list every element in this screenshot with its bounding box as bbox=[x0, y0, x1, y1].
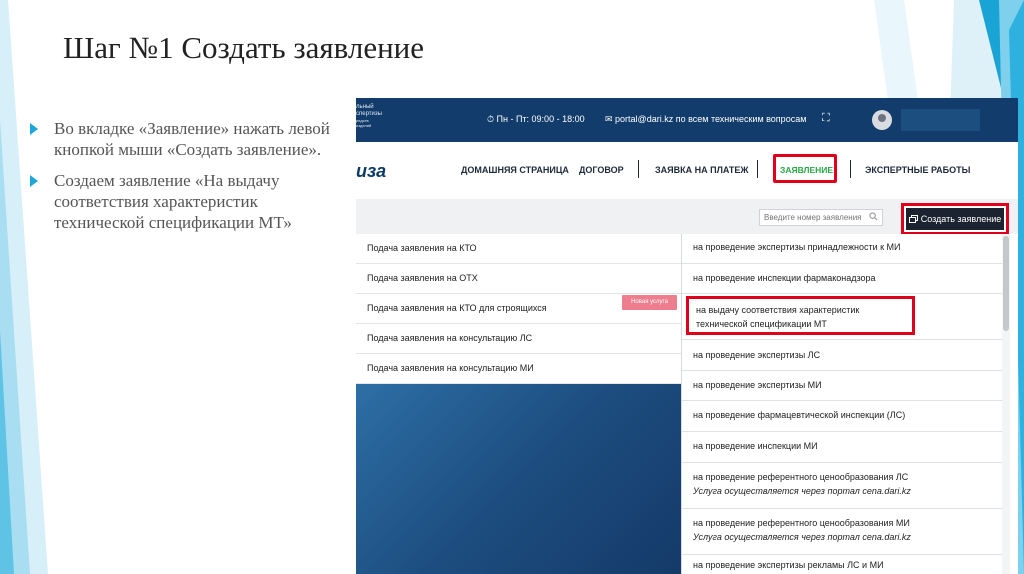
org-name: льный спертизы редств изделий bbox=[356, 104, 396, 128]
new-service-badge: Новая услуга bbox=[622, 295, 677, 310]
main-navbar: иза ДОМАШНЯЯ СТРАНИЦА ДОГОВОР ЗАЯВКА НА … bbox=[356, 142, 1018, 199]
submenu-item-label: на проведение референтного ценообразован… bbox=[693, 472, 909, 482]
avatar[interactable] bbox=[872, 110, 892, 130]
submenu-item[interactable]: на проведение референтного ценообразован… bbox=[682, 509, 1010, 555]
slide-title: Шаг №1 Создать заявление bbox=[63, 30, 425, 65]
bullet-text: Создаем заявление «На выдачу соответстви… bbox=[54, 171, 292, 232]
submenu-item[interactable]: на проведение фармацевтической инспекции… bbox=[682, 401, 1010, 432]
fullscreen-icon[interactable]: ⛶ bbox=[822, 112, 830, 125]
org-name-line: спертизы bbox=[356, 111, 382, 117]
create-application-highlight[interactable]: Создать заявление bbox=[901, 203, 1009, 235]
submenu-item[interactable]: на проведение референтного ценообразован… bbox=[682, 463, 1010, 509]
submenu-item-label: на проведение фармацевтической инспекции… bbox=[693, 410, 906, 420]
selected-item-highlight[interactable]: на выдачу соответствия характеристик тех… bbox=[686, 296, 915, 335]
portal-screenshot: льный спертизы редств изделий ⏱ Пн - Пт:… bbox=[356, 98, 1018, 574]
submenu-item-label: на проведение экспертизы ЛС bbox=[693, 350, 821, 360]
submenu-item-note: Услуга осуществляется через портал cena.… bbox=[693, 532, 911, 542]
org-name-line: изделий bbox=[356, 123, 372, 128]
portal-topbar: льный спертизы редств изделий ⏱ Пн - Пт:… bbox=[356, 98, 1018, 142]
submenu-item-label: на проведение экспертизы принадлежности … bbox=[693, 242, 901, 252]
copy-icon bbox=[908, 215, 918, 223]
slide-bullet: Во вкладке «Заявление» нажать левой кноп… bbox=[30, 118, 330, 160]
create-application-button[interactable]: Создать заявление bbox=[906, 208, 1004, 230]
submenu-item-note: Услуга осуществляется через портал cena.… bbox=[693, 486, 911, 496]
slide-decoration-left bbox=[0, 0, 48, 574]
toolbar: Создать заявление bbox=[356, 199, 1018, 235]
submenu-item[interactable]: на проведение экспертизы ЛС bbox=[682, 340, 1010, 371]
background-panel bbox=[356, 384, 681, 574]
search-icon[interactable] bbox=[869, 212, 878, 221]
user-name-field[interactable] bbox=[901, 109, 980, 131]
menu-item[interactable]: Подача заявления на консультацию ЛС bbox=[356, 324, 681, 354]
nav-divider bbox=[757, 160, 758, 178]
nav-application[interactable]: ЗАЯВЛЕНИЕ bbox=[780, 165, 833, 175]
submenu-item[interactable]: на проведение инспекции МИ bbox=[682, 432, 1010, 463]
nav-divider bbox=[850, 160, 851, 178]
application-type-menu: Подача заявления на КТО Подача заявления… bbox=[356, 234, 681, 574]
submenu-item[interactable]: на проведение инспекции фармаконадзора bbox=[682, 264, 1010, 294]
application-search-input[interactable] bbox=[759, 209, 883, 226]
slide-bullet: Создаем заявление «На выдачу соответстви… bbox=[30, 170, 330, 233]
submenu-item[interactable]: на проведение экспертизы МИ bbox=[682, 371, 1010, 401]
application-submenu: на проведение экспертизы принадлежности … bbox=[681, 234, 1010, 574]
nav-expert-works[interactable]: ЭКСПЕРТНЫЕ РАБОТЫ bbox=[865, 165, 970, 175]
nav-application-highlight[interactable]: ЗАЯВЛЕНИЕ bbox=[773, 154, 837, 183]
scrollbar-thumb[interactable] bbox=[1003, 236, 1009, 331]
bullet-arrow-icon bbox=[30, 175, 38, 187]
working-hours: ⏱ Пн - Пт: 09:00 - 18:00 bbox=[487, 114, 585, 124]
menu-item[interactable]: Подача заявления на ОТХ bbox=[356, 264, 681, 294]
menu-item[interactable]: Подача заявления на консультацию МИ bbox=[356, 354, 681, 384]
nav-payment-request[interactable]: ЗАЯВКА НА ПЛАТЕЖ bbox=[655, 165, 749, 175]
nav-divider bbox=[638, 160, 639, 178]
submenu-item-selected[interactable]: на выдачу соответствия характеристик тех… bbox=[682, 294, 1010, 340]
submenu-item-label: на проведение инспекции МИ bbox=[693, 441, 818, 451]
submenu-item-label: на проведение инспекции фармаконадзора bbox=[693, 273, 876, 283]
bullet-text: Во вкладке «Заявление» нажать левой кноп… bbox=[54, 119, 330, 159]
create-application-label: Создать заявление bbox=[920, 214, 1002, 224]
submenu-item-label: на проведение референтного ценообразован… bbox=[693, 518, 910, 528]
logo: иза bbox=[356, 161, 387, 181]
submenu-item-label: на проведение экспертизы МИ bbox=[693, 380, 822, 390]
nav-home[interactable]: ДОМАШНЯЯ СТРАНИЦА bbox=[461, 165, 569, 175]
slide-bullet-list: Во вкладке «Заявление» нажать левой кноп… bbox=[30, 118, 330, 243]
org-name-line: льный bbox=[356, 104, 374, 110]
menu-item[interactable]: Подача заявления на КТО bbox=[356, 234, 681, 264]
submenu-item[interactable]: на проведение экспертизы рекламы ЛС и МИ bbox=[682, 555, 1010, 574]
submenu-item-label: на выдачу соответствия характеристик тех… bbox=[696, 305, 860, 329]
bullet-arrow-icon bbox=[30, 123, 38, 135]
submenu-item-label: на проведение экспертизы рекламы ЛС и МИ bbox=[693, 560, 884, 570]
support-email-link[interactable]: ✉ portal@dari.kz по всем техническим воп… bbox=[605, 114, 806, 125]
nav-contract[interactable]: ДОГОВОР bbox=[579, 165, 624, 175]
submenu-item[interactable]: на проведение экспертизы принадлежности … bbox=[682, 234, 1010, 264]
